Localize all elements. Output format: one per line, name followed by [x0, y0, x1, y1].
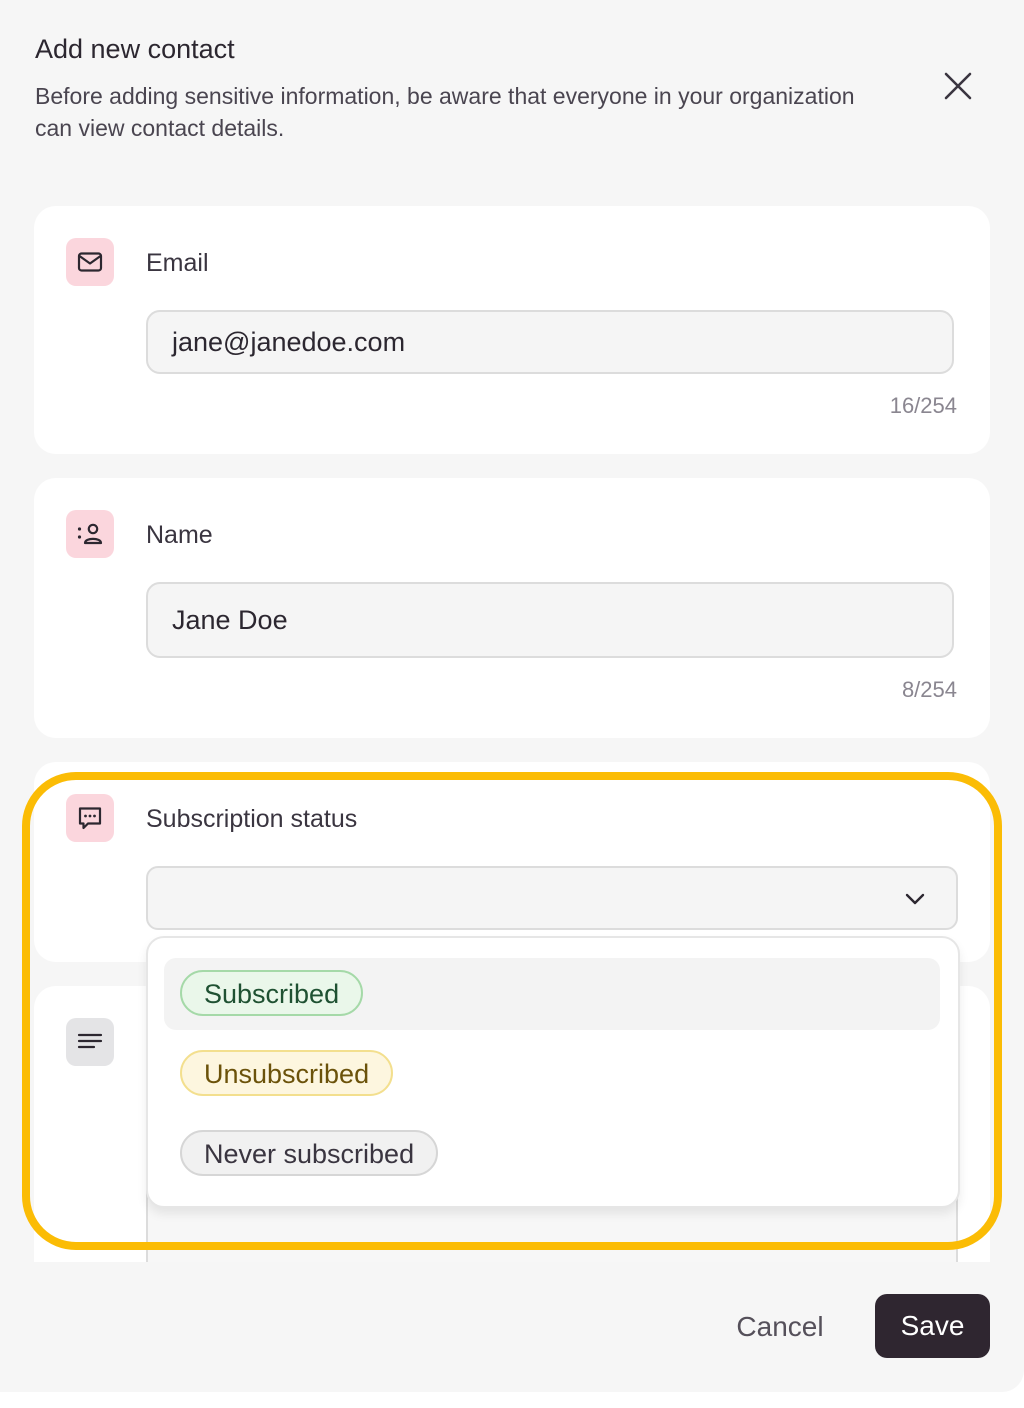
email-card: Email jane@janedoe.com 16/254	[34, 206, 990, 454]
never-subscribed-badge: Never subscribed	[180, 1130, 439, 1176]
cancel-button[interactable]: Cancel	[710, 1296, 850, 1358]
email-label: Email	[146, 249, 209, 277]
close-icon	[944, 72, 972, 100]
name-card: Name Jane Doe 8/254	[34, 478, 990, 738]
subscription-dropdown: Subscribed Unsubscribed Never subscribed	[146, 936, 960, 1208]
add-contact-dialog: Add new contact Before adding sensitive …	[0, 0, 1024, 1392]
mail-icon	[66, 238, 114, 286]
chat-bubble-icon	[66, 794, 114, 842]
option-never-subscribed[interactable]: Never subscribed	[164, 1118, 940, 1190]
option-unsubscribed[interactable]: Unsubscribed	[164, 1038, 940, 1110]
name-field[interactable]: Jane Doe	[146, 582, 954, 658]
email-char-counter: 16/254	[889, 393, 957, 418]
subscription-select[interactable]	[146, 866, 958, 930]
save-button[interactable]: Save	[875, 1294, 990, 1358]
name-char-counter: 8/254	[901, 677, 957, 702]
subscription-card: Subscription status	[34, 762, 990, 962]
option-subscribed[interactable]: Subscribed	[164, 958, 940, 1030]
unsubscribed-badge: Unsubscribed	[180, 1050, 394, 1096]
dialog-title: Add new contact	[35, 34, 235, 64]
close-button[interactable]	[940, 68, 976, 104]
subscription-label: Subscription status	[146, 805, 358, 833]
dialog-subtitle: Before adding sensitive information, be …	[35, 83, 855, 141]
chevron-down-icon	[905, 893, 925, 905]
subscribed-badge: Subscribed	[180, 970, 364, 1016]
text-lines-icon	[66, 1018, 114, 1066]
contact-icon	[66, 510, 114, 558]
email-field[interactable]: jane@janedoe.com	[146, 310, 954, 374]
name-label: Name	[146, 521, 213, 549]
